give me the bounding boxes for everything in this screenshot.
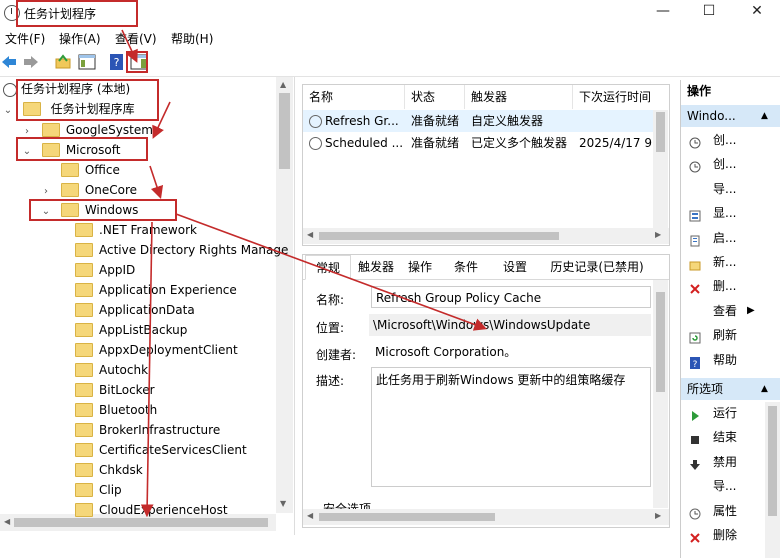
annotation-arrow [140, 221, 154, 518]
annotation-arrow [175, 213, 488, 331]
highlight-box-toolbar [126, 51, 148, 73]
annotation-arrow [121, 29, 138, 63]
highlight-box-title [16, 0, 138, 27]
highlight-box-windows [29, 199, 177, 221]
annotation-arrow [149, 165, 164, 200]
highlight-box-microsoft [16, 137, 148, 161]
highlight-box-root [16, 79, 159, 121]
annotation-overlay [16, 0, 488, 518]
